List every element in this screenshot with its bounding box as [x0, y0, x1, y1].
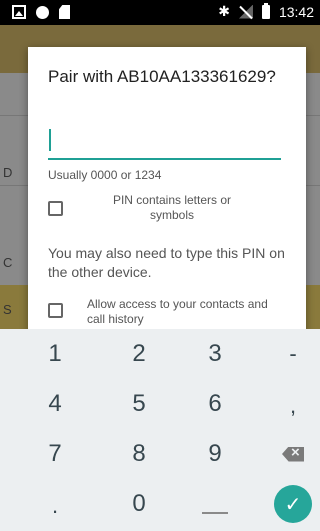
key-4[interactable]: 4: [15, 379, 95, 429]
key-period[interactable]: .: [15, 481, 95, 531]
backspace-icon: [282, 446, 304, 462]
contacts-access-option[interactable]: Allow access to your contacts and call h…: [48, 297, 287, 327]
gallery-icon: [12, 5, 26, 19]
background-label: S: [3, 302, 12, 317]
pin-input[interactable]: [48, 126, 281, 160]
numeric-keyboard: 1 2 3 - 4 5 6 , 7 8 9 . 0 ✓: [0, 329, 320, 531]
key-2[interactable]: 2: [99, 329, 179, 379]
key-0[interactable]: 0: [99, 479, 179, 529]
battery-icon: [261, 2, 270, 19]
space-key[interactable]: [175, 479, 255, 529]
letters-symbols-label: PIN contains letters or symbols: [112, 193, 232, 222]
delete-key[interactable]: [253, 429, 320, 479]
key-8[interactable]: 8: [99, 429, 179, 479]
dialog-title: Pair with AB10AA133361629?: [48, 67, 276, 86]
key-comma[interactable]: ,: [253, 381, 320, 431]
text-cursor: [49, 129, 51, 151]
key-7[interactable]: 7: [15, 429, 95, 479]
key-9[interactable]: 9: [175, 429, 255, 479]
no-signal-icon: [239, 5, 253, 19]
key-5[interactable]: 5: [99, 379, 179, 429]
pairing-note: You may also need to type this PIN on th…: [48, 245, 285, 280]
letters-symbols-option[interactable]: PIN contains letters or symbols: [48, 193, 252, 223]
letters-symbols-checkbox[interactable]: [48, 201, 63, 216]
pairing-dialog: Pair with AB10AA133361629? Usually 0000 …: [28, 47, 306, 342]
pin-hint: Usually 0000 or 1234: [48, 168, 162, 182]
contacts-access-label: Allow access to your contacts and call h…: [87, 297, 268, 326]
background-label: D: [3, 165, 13, 180]
key-6[interactable]: 6: [175, 379, 255, 429]
key-1[interactable]: 1: [15, 329, 95, 379]
space-icon: [202, 512, 228, 514]
key-3[interactable]: 3: [175, 329, 255, 379]
bluetooth-icon: ✱: [218, 3, 230, 19]
notification-dot-icon: [36, 5, 49, 19]
background-label: C: [3, 255, 13, 270]
checkmark-icon: ✓: [274, 485, 312, 523]
status-time: 13:42: [278, 3, 314, 20]
sd-card-icon: [59, 5, 70, 19]
key-minus[interactable]: -: [253, 329, 320, 379]
enter-key[interactable]: ✓: [253, 479, 320, 529]
contacts-access-checkbox[interactable]: [48, 303, 63, 318]
status-bar: ✱ 13:42: [0, 0, 320, 25]
